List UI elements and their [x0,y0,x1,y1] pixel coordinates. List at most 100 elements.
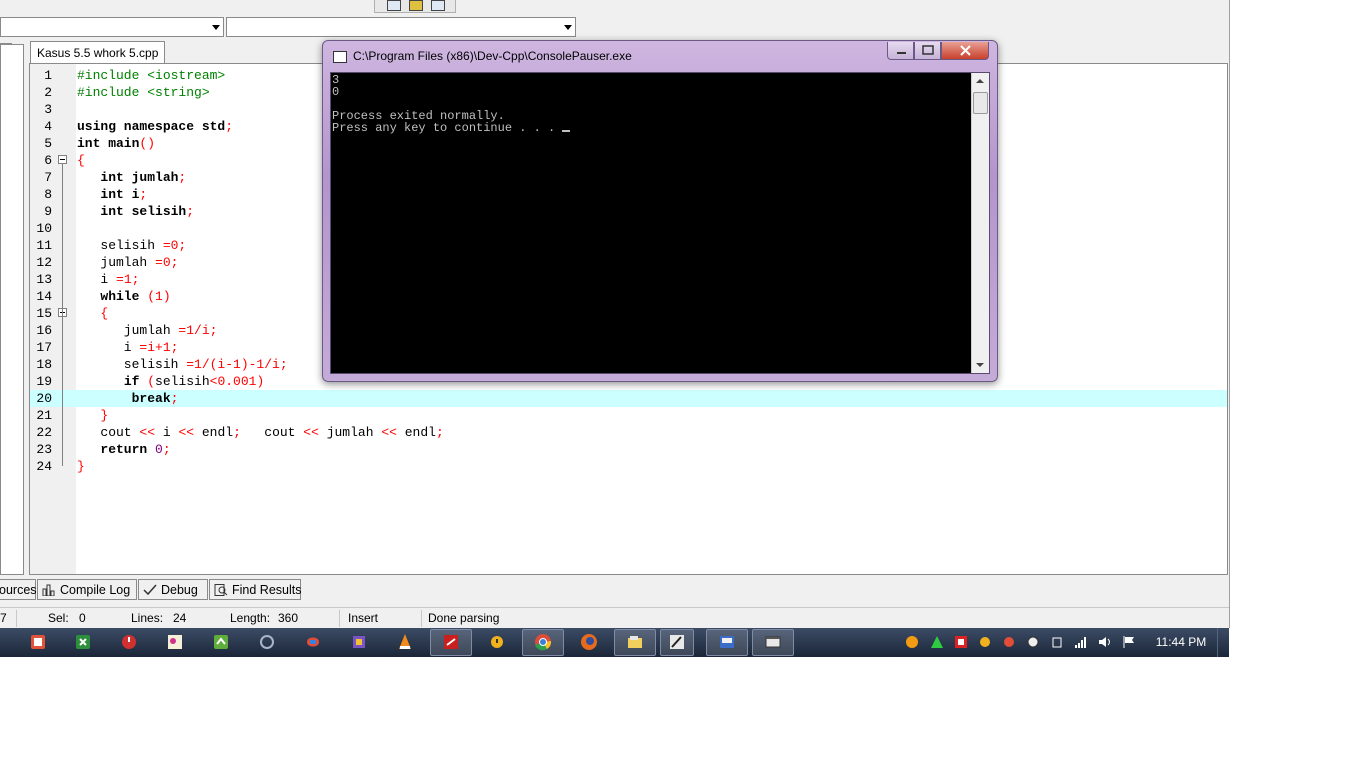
devcpp-icon[interactable] [717,632,737,652]
tray-warning-icon[interactable] [978,635,992,649]
power-icon[interactable] [119,632,139,652]
line-number: 18 [36,357,52,372]
recycle-icon[interactable] [257,632,277,652]
excel-icon[interactable] [73,632,93,652]
line-number: 8 [44,187,52,202]
code-token: int i [100,187,140,202]
code-text: i =1; [77,271,139,288]
code-token: selisih [77,238,163,253]
tray-clock-app-icon[interactable] [905,635,919,649]
tab-compile-log[interactable]: Compile Log [37,579,137,600]
code-token: i [77,272,117,287]
drawing-app-icon[interactable] [667,632,687,652]
code-token: << [178,425,195,440]
code-token: } [100,408,109,423]
code-token: () [139,136,156,151]
console-output-text: 3 0 Process exited normally. Press any k… [332,74,571,134]
code-token: << [381,425,397,440]
console-icon[interactable] [763,632,783,652]
console-scrollbar[interactable] [971,73,989,373]
code-token: break [131,391,171,406]
code-line[interactable]: 22 cout << i << endl; cout << jumlah << … [30,424,1227,441]
fold-toggle-icon[interactable] [58,155,67,164]
status-bar: 7 Sel: 0 Lines: 24 Length: 360 Insert Do… [0,607,1229,628]
tray-red-icon[interactable] [954,635,968,649]
vlc-icon[interactable] [395,632,415,652]
code-token: i [77,340,140,355]
code-token: jumlah [77,323,179,338]
code-token: selisih [77,357,187,372]
paint-icon[interactable] [165,632,185,652]
tab-label: Find Results [232,583,302,597]
warning-icon[interactable] [487,632,507,652]
scroll-down-icon[interactable] [976,363,984,367]
code-text: #include <iostream> [77,67,225,84]
volume-icon[interactable] [1098,635,1112,649]
paste-icon[interactable] [431,0,445,11]
show-desktop-button[interactable] [1217,628,1230,657]
antivirus-icon[interactable] [303,632,323,652]
code-token: return [100,442,148,457]
scroll-up-icon[interactable] [976,79,984,83]
class-combo[interactable] [0,17,224,37]
line-number: 17 [36,340,52,355]
close-button[interactable] [941,42,989,60]
taskbar-clock[interactable]: 11:44 PM [1150,628,1212,657]
code-text: return 0; [77,441,170,458]
tab-label: ources [0,583,37,597]
pdf-icon[interactable] [441,632,461,652]
code-token: ; [186,204,195,219]
code-token: ; [233,425,241,440]
line-number: 3 [44,102,52,117]
tray-security-icon[interactable] [1026,635,1040,649]
copy-icon[interactable] [387,0,401,11]
signal-icon[interactable] [1074,635,1088,649]
spreadsheet-icon[interactable] [211,632,231,652]
chevron-down-icon [212,25,220,30]
minimize-button[interactable] [887,42,914,60]
tray-green-icon[interactable] [930,635,944,649]
code-token: =0; [162,238,187,253]
member-combo[interactable] [226,17,576,37]
tray-antivirus-icon[interactable] [1002,635,1016,649]
console-output-area[interactable]: 3 0 Process exited normally. Press any k… [330,72,990,374]
tab-find-results[interactable]: Find Results [209,579,301,600]
maximize-button[interactable] [914,42,941,60]
code-token: if [123,374,140,389]
chrome-icon[interactable] [533,632,553,652]
code-token: ; [435,425,444,440]
code-text: int jumlah; [77,169,186,186]
console-window[interactable]: C:\Program Files (x86)\Dev-Cpp\ConsolePa… [322,40,998,382]
line-number: 10 [36,221,52,236]
tab-resources[interactable]: ources [0,579,37,600]
line-number: 19 [36,374,52,389]
insert-icon[interactable] [409,0,423,11]
console-title: C:\Program Files (x86)\Dev-Cpp\ConsolePa… [353,49,632,63]
firefox-icon[interactable] [579,632,599,652]
chevron-down-icon [564,25,572,30]
code-text: } [77,407,108,424]
tab-debug[interactable]: Debug [138,579,208,600]
media-icon[interactable] [349,632,369,652]
flag-icon[interactable] [1122,635,1136,649]
status-length-label: Length: [230,611,271,625]
code-token: << [303,425,319,440]
tab-editor-file[interactable]: Kasus 5.5 whork 5.cpp [30,41,166,63]
code-text: { [77,305,108,322]
code-token: jumlah [318,425,382,440]
code-line[interactable]: 20 break; [30,390,1227,407]
power-plug-icon[interactable] [1050,635,1064,649]
office-app-icon[interactable] [28,632,48,652]
code-line[interactable]: 21 } [30,407,1227,424]
scroll-thumb[interactable] [973,92,988,114]
line-number: 20 [36,391,52,406]
explorer-icon[interactable] [625,632,645,652]
code-line[interactable]: 24} [30,458,1227,475]
code-line[interactable]: 23 return 0; [30,441,1227,458]
project-pane[interactable] [0,44,24,575]
code-token: =1/(i-1)-1/i; [186,357,288,372]
code-text: break; [77,390,179,407]
